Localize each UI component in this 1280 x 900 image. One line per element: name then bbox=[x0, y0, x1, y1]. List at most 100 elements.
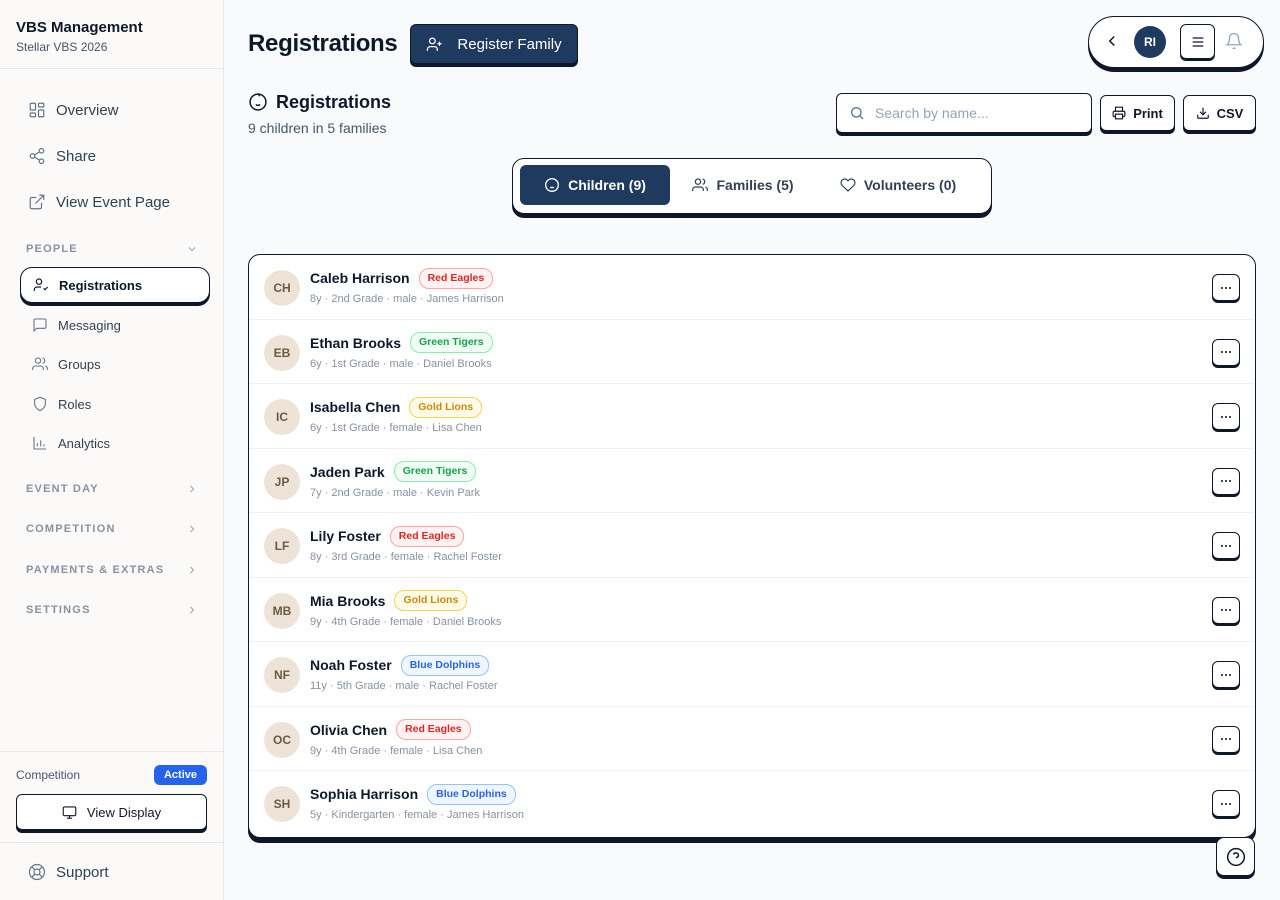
child-name[interactable]: Jaden Park bbox=[310, 464, 385, 480]
name-line: Ethan Brooks Green Tigers bbox=[310, 332, 493, 354]
avatar[interactable]: RI bbox=[1134, 26, 1166, 58]
team-badge: Blue Dolphins bbox=[400, 654, 490, 676]
competition-panel: Competition Active View Display bbox=[0, 751, 223, 842]
chevron-down-icon bbox=[188, 247, 196, 252]
csv-button[interactable]: CSV bbox=[1183, 95, 1256, 131]
more-actions-button[interactable] bbox=[1212, 661, 1240, 688]
section-event-day[interactable]: EVENT DAY bbox=[26, 479, 198, 499]
sidebar-item-registrations[interactable]: Registrations bbox=[20, 267, 210, 303]
more-horizontal-icon bbox=[1220, 286, 1232, 289]
more-horizontal-icon bbox=[1220, 608, 1232, 612]
section-subtitle: 9 children in 5 families bbox=[248, 120, 387, 136]
search-input[interactable] bbox=[875, 105, 1075, 121]
child-name[interactable]: Isabella Chen bbox=[310, 399, 400, 415]
life-buoy-icon bbox=[28, 863, 46, 881]
help-button[interactable] bbox=[1216, 837, 1255, 876]
more-actions-button[interactable] bbox=[1212, 532, 1240, 559]
list-item[interactable]: SH Sophia Harrison Blue Dolphins 5y · Kinde… bbox=[249, 771, 1254, 836]
heart-icon bbox=[840, 178, 856, 192]
child-name[interactable]: Olivia Chen bbox=[310, 722, 387, 738]
support-area: Support bbox=[0, 842, 223, 900]
chevron-right-icon bbox=[190, 525, 195, 533]
section-people[interactable]: PEOPLE bbox=[26, 239, 198, 259]
register-family-button[interactable]: Register Family bbox=[410, 24, 578, 64]
name-line: Mia Brooks Gold Lions bbox=[310, 590, 468, 612]
name-line: Caleb Harrison Red Eagles bbox=[310, 267, 494, 289]
sidebar-item-view-event-page[interactable]: View Event Page bbox=[20, 184, 210, 220]
more-actions-button[interactable] bbox=[1212, 725, 1240, 753]
sidebar-item-messaging[interactable]: Messaging bbox=[20, 307, 210, 343]
competition-row: Competition Active bbox=[16, 765, 207, 785]
bell-icon[interactable] bbox=[1225, 32, 1243, 50]
search-icon bbox=[851, 107, 864, 120]
sidebar-item-label: Groups bbox=[58, 356, 101, 372]
name-line: Noah Foster Blue Dolphins bbox=[310, 654, 490, 676]
more-horizontal-icon bbox=[1220, 350, 1232, 354]
sidebar-item-analytics[interactable]: Analytics bbox=[20, 425, 210, 461]
printer-icon bbox=[1112, 106, 1126, 120]
monitor-icon bbox=[62, 805, 77, 819]
more-actions-button[interactable] bbox=[1212, 403, 1240, 430]
child-name[interactable]: Mia Brooks bbox=[310, 593, 385, 609]
brand-subtitle: Stellar VBS 2026 bbox=[16, 40, 108, 54]
search-box[interactable] bbox=[836, 93, 1092, 133]
name-line: Jaden Park Green Tigers bbox=[310, 461, 477, 483]
user-toolbar: RI bbox=[1088, 16, 1264, 68]
sidebar-item-roles[interactable]: Roles bbox=[20, 386, 210, 422]
child-name[interactable]: Caleb Harrison bbox=[310, 270, 410, 286]
list-item[interactable]: IC Isabella Chen Gold Lions 6y · 1st Grade … bbox=[249, 384, 1254, 449]
sidebar-item-share[interactable]: Share bbox=[20, 138, 210, 174]
tab-children[interactable]: Children (9) bbox=[520, 165, 670, 205]
print-button[interactable]: Print bbox=[1100, 95, 1175, 131]
list-item[interactable]: EB Ethan Brooks Green Tigers 6y · 1st Grade… bbox=[249, 320, 1254, 384]
child-name[interactable]: Lily Foster bbox=[310, 528, 381, 544]
view-display-button[interactable]: View Display bbox=[16, 794, 207, 830]
menu-button[interactable] bbox=[1180, 24, 1215, 59]
section-payments-extras[interactable]: PAYMENTS & EXTRAS bbox=[26, 560, 198, 580]
message-icon bbox=[33, 318, 47, 333]
users-icon bbox=[32, 357, 48, 370]
more-actions-button[interactable] bbox=[1212, 274, 1240, 301]
child-name[interactable]: Noah Foster bbox=[310, 657, 392, 673]
child-name[interactable]: Sophia Harrison bbox=[310, 786, 418, 802]
grid-icon bbox=[29, 102, 45, 118]
baby-face-icon bbox=[249, 93, 267, 111]
team-badge: Red Eagles bbox=[396, 719, 471, 740]
tab-families[interactable]: Families (5) bbox=[683, 165, 803, 205]
avatar: JP bbox=[264, 463, 300, 500]
list-item[interactable]: NF Noah Foster Blue Dolphins 11y · 5th Grad… bbox=[249, 642, 1254, 707]
child-details: 8y · 3rd Grade · female · Rachel Foster bbox=[310, 551, 502, 563]
list-item[interactable]: MB Mia Brooks Gold Lions 9y · 4th Grade · f… bbox=[249, 578, 1254, 642]
bar-chart-icon bbox=[33, 437, 46, 450]
list-item[interactable]: LF Lily Foster Red Eagles 8y · 3rd Grade · … bbox=[249, 513, 1254, 578]
section-settings[interactable]: SETTINGS bbox=[26, 600, 198, 620]
page-title: Registrations bbox=[248, 30, 398, 57]
more-actions-button[interactable] bbox=[1212, 338, 1240, 366]
avatar: NF bbox=[264, 657, 300, 693]
child-name[interactable]: Ethan Brooks bbox=[310, 335, 401, 351]
more-actions-button[interactable] bbox=[1212, 467, 1240, 495]
register-family-label: Register Family bbox=[457, 35, 562, 53]
list-item[interactable]: OC Olivia Chen Red Eagles 9y · 4th Grade · … bbox=[249, 707, 1254, 771]
sidebar-item-groups[interactable]: Groups bbox=[20, 346, 210, 382]
sidebar-item-label: Messaging bbox=[58, 317, 121, 333]
avatar: CH bbox=[264, 270, 300, 306]
print-label: Print bbox=[1133, 105, 1163, 121]
children-list: CH Caleb Harrison Red Eagles 8y · 2nd Grade… bbox=[248, 254, 1256, 838]
sidebar-item-label: Overview bbox=[56, 101, 119, 119]
support-link[interactable]: Support bbox=[28, 863, 109, 881]
list-item[interactable]: CH Caleb Harrison Red Eagles 8y · 2nd Grade… bbox=[249, 255, 1254, 320]
tab-label: Families (5) bbox=[716, 177, 794, 193]
sidebar-item-overview[interactable]: Overview bbox=[20, 92, 210, 128]
user-check-icon bbox=[33, 278, 49, 291]
more-actions-button[interactable] bbox=[1212, 790, 1240, 817]
list-item[interactable]: JP Jaden Park Green Tigers 7y · 2nd Grade ·… bbox=[249, 449, 1254, 513]
chevron-left-icon[interactable] bbox=[1103, 32, 1121, 50]
section-competition[interactable]: COMPETITION bbox=[26, 519, 198, 539]
name-line: Lily Foster Red Eagles bbox=[310, 525, 465, 547]
competition-label: Competition bbox=[16, 768, 81, 782]
tab-volunteers[interactable]: Volunteers (0) bbox=[828, 165, 968, 205]
chevron-right-icon bbox=[190, 485, 195, 493]
more-actions-button[interactable] bbox=[1212, 596, 1240, 624]
section-label: EVENT DAY bbox=[26, 483, 99, 495]
